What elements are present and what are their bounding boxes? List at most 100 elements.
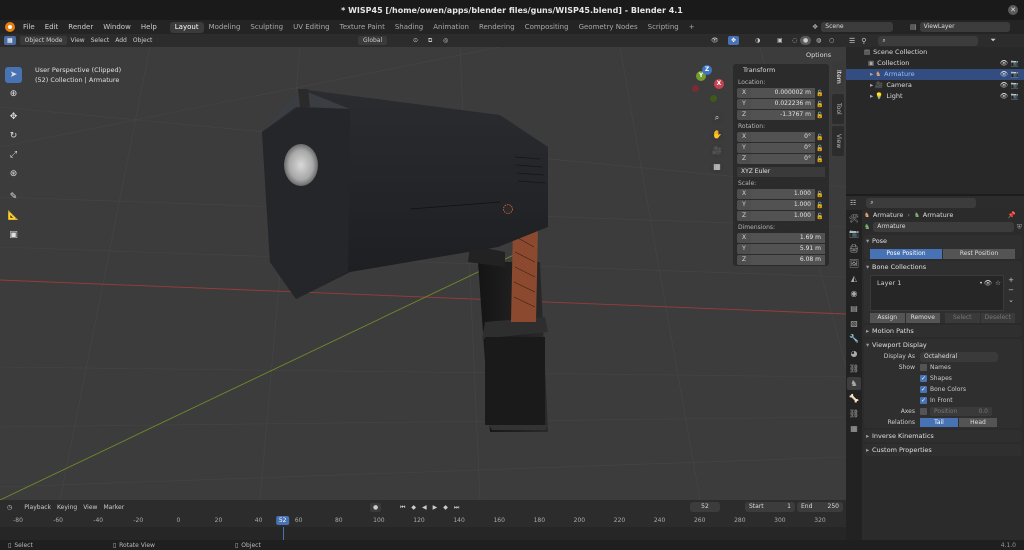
- tab-animation[interactable]: Animation: [428, 22, 474, 33]
- tab-uv-editing[interactable]: UV Editing: [288, 22, 335, 33]
- scale-z-value[interactable]: 1.000: [751, 211, 815, 221]
- select-tool-icon[interactable]: ➤: [5, 67, 22, 83]
- tab-geometry-nodes[interactable]: Geometry Nodes: [574, 22, 643, 33]
- dimensions-z-value[interactable]: 6.08 m: [751, 255, 825, 265]
- properties-search-input[interactable]: ⌕: [866, 197, 977, 208]
- rotation-mode-dropdown[interactable]: XYZ Euler: [737, 167, 825, 177]
- current-frame-field[interactable]: 52: [690, 502, 720, 512]
- view-layer-properties-icon[interactable]: 🖼: [847, 257, 861, 270]
- remove-button[interactable]: Remove: [905, 313, 940, 323]
- menu-playback[interactable]: Playback: [21, 503, 54, 512]
- timeline-ruler[interactable]: -80 -60 -40 -20 0 20 40 60 80 100 120 140 160 180 200 2…: [0, 514, 846, 527]
- menu-timeline-view[interactable]: View: [80, 503, 100, 512]
- menu-select[interactable]: Select: [88, 36, 113, 45]
- camera-view-icon[interactable]: 🎥: [710, 144, 724, 158]
- lock-icon[interactable]: 🔓: [815, 202, 825, 209]
- pan-view-icon[interactable]: ✋: [710, 128, 724, 142]
- tool-properties-icon[interactable]: 🛠: [847, 212, 861, 225]
- tab-shading[interactable]: Shading: [390, 22, 428, 33]
- constraint-properties-icon[interactable]: ⛓: [847, 362, 861, 375]
- armature-datablock-icon[interactable]: ♞: [864, 223, 870, 231]
- location-y-value[interactable]: 0.022236 m: [751, 99, 815, 109]
- menu-marker[interactable]: Marker: [100, 503, 127, 512]
- scale-z-row[interactable]: Z 1.000 🔓: [737, 211, 825, 221]
- filter-icon[interactable]: ⚲: [861, 37, 866, 45]
- move-tool-icon[interactable]: ✥: [5, 109, 22, 125]
- axes-checkbox[interactable]: [920, 408, 927, 415]
- tail-button[interactable]: Tail: [920, 418, 958, 427]
- add-cube-tool-icon[interactable]: ▣: [5, 227, 22, 243]
- expand-chevron-icon[interactable]: ▸: [870, 80, 873, 91]
- options-button[interactable]: Options: [806, 51, 831, 59]
- inverse-kinematics-header[interactable]: Inverse Kinematics: [864, 430, 1022, 442]
- render-properties-icon[interactable]: 📷: [847, 227, 861, 240]
- fake-user-shield-icon[interactable]: ⛨: [1017, 223, 1022, 232]
- menu-help[interactable]: Help: [136, 20, 162, 34]
- render-camera-icon[interactable]: 📷: [1011, 69, 1019, 80]
- outliner-search-input[interactable]: ⌕: [878, 35, 979, 46]
- lock-icon[interactable]: 🔓: [815, 134, 825, 141]
- gizmo-toggle-icon[interactable]: ✥: [728, 36, 740, 45]
- editor-type-icon[interactable]: ▦: [4, 36, 16, 45]
- menu-edit[interactable]: Edit: [40, 20, 64, 34]
- pose-position-button[interactable]: Pose Position: [870, 249, 942, 259]
- visibility-eye-icon[interactable]: 👁: [1000, 58, 1008, 69]
- tab-rendering[interactable]: Rendering: [474, 22, 520, 33]
- modifier-properties-icon[interactable]: 🔧: [847, 332, 861, 345]
- mode-dropdown[interactable]: Object Mode: [19, 36, 68, 45]
- custom-properties-header[interactable]: Custom Properties: [864, 444, 1022, 456]
- cursor-tool-icon[interactable]: ⊕: [5, 86, 22, 102]
- list-item[interactable]: ▸ ♞ Armature 👁 📷: [846, 69, 1024, 80]
- bone-collection-menu-icon[interactable]: ⌄: [1006, 295, 1016, 305]
- lock-icon[interactable]: 🔓: [815, 90, 825, 97]
- bone-constraint-properties-icon[interactable]: ⛓: [847, 407, 861, 420]
- jump-keyframe-back-icon[interactable]: ◆: [408, 503, 419, 512]
- rotation-y-row[interactable]: Y 0° 🔓: [737, 143, 825, 153]
- lock-icon[interactable]: 🔓: [815, 145, 825, 152]
- rest-position-button[interactable]: Rest Position: [943, 249, 1015, 259]
- properties-editor-icon[interactable]: ☷: [850, 199, 856, 207]
- tab-view[interactable]: View: [832, 126, 844, 156]
- lock-icon[interactable]: 🔓: [815, 101, 825, 108]
- rotation-x-value[interactable]: 0°: [751, 132, 815, 142]
- close-window-icon[interactable]: ✕: [1008, 5, 1018, 15]
- dimensions-x-value[interactable]: 1.69 m: [751, 233, 825, 243]
- location-y-row[interactable]: Y 0.022236 m 🔓: [737, 99, 825, 109]
- 3d-viewport[interactable]: ➤ ⊕ ✥ ↻ ⤢ ⊛ ✎ 📐 ▣ User Perspective (Clip…: [0, 47, 846, 500]
- location-x-value[interactable]: 0.000002 m: [751, 88, 815, 98]
- tab-layout[interactable]: Layout: [169, 21, 204, 33]
- location-x-row[interactable]: X 0.000002 m 🔓: [737, 88, 825, 98]
- outliner-editor-icon[interactable]: ☰: [849, 37, 855, 45]
- snap-icon[interactable]: ⧉: [425, 36, 435, 45]
- shapes-checkbox[interactable]: ✓: [920, 375, 927, 382]
- jump-keyframe-forward-icon[interactable]: ◆: [440, 503, 451, 512]
- auto-keying-icon[interactable]: ●: [370, 502, 382, 512]
- bone-collection-label[interactable]: Layer 1: [877, 279, 901, 287]
- visibility-icon[interactable]: 👁: [708, 36, 722, 45]
- scale-x-row[interactable]: X 1.000 🔓: [737, 189, 825, 199]
- select-button[interactable]: Select: [945, 313, 980, 323]
- bone-properties-icon[interactable]: 🦴: [847, 392, 861, 405]
- dimensions-y-row[interactable]: Y 5.91 m: [737, 244, 825, 254]
- render-camera-icon[interactable]: 📷: [1011, 80, 1019, 91]
- orientation-dropdown[interactable]: Global: [358, 36, 388, 45]
- playhead-frame[interactable]: 52: [275, 516, 290, 525]
- bone-colors-checkbox[interactable]: ✓: [920, 386, 927, 393]
- overlay-icon[interactable]: ◑: [752, 36, 763, 45]
- menu-object[interactable]: Object: [130, 36, 156, 45]
- output-properties-icon[interactable]: 🖨: [847, 242, 861, 255]
- world-properties-icon[interactable]: ◉: [847, 287, 861, 300]
- scene-field[interactable]: Scene: [821, 22, 894, 32]
- dimensions-x-row[interactable]: X 1.69 m: [737, 233, 825, 243]
- transform-tool-icon[interactable]: ⊛: [5, 166, 22, 182]
- menu-window[interactable]: Window: [98, 20, 136, 34]
- collection-properties-icon[interactable]: ▤: [847, 302, 861, 315]
- rendered-shading-icon[interactable]: ○: [826, 36, 837, 45]
- armature-data-properties-icon[interactable]: ♞: [847, 377, 861, 390]
- zoom-view-icon[interactable]: ⌕: [710, 111, 724, 125]
- data-name-field[interactable]: Armature: [873, 222, 1014, 232]
- menu-view[interactable]: View: [67, 36, 87, 45]
- scale-y-value[interactable]: 1.000: [751, 200, 815, 210]
- assign-button[interactable]: Assign: [870, 313, 905, 323]
- motion-paths-header[interactable]: Motion Paths: [864, 325, 1022, 337]
